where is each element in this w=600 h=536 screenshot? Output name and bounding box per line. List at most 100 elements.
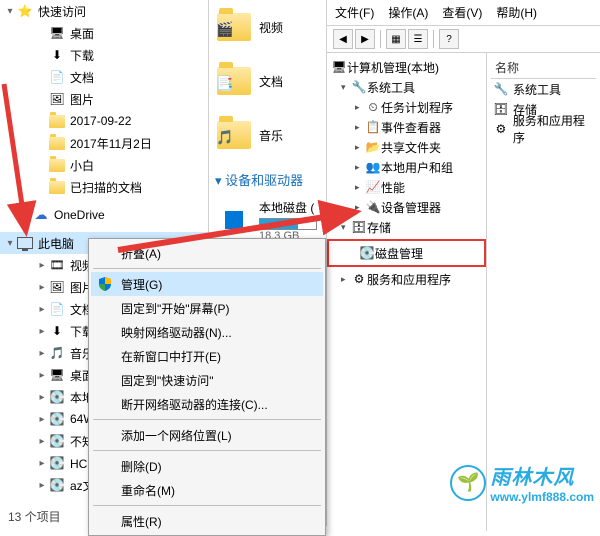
- tree-item[interactable]: 🖥桌面: [0, 22, 208, 44]
- storage-icon: 🗄: [493, 101, 509, 117]
- desktop-icon: 🖥: [48, 366, 66, 384]
- folder-item[interactable]: 🎬视频: [209, 0, 326, 54]
- computer-mgmt-icon: 🖥: [331, 60, 347, 74]
- devices-section-title: ▾ 设备和驱动器: [209, 162, 326, 193]
- watermark-logo-icon: 🌱: [450, 465, 486, 501]
- menu-action[interactable]: 操作(A): [388, 4, 428, 21]
- disk-icon: 💽: [48, 410, 66, 428]
- watermark-url: www.ylmf888.com: [490, 490, 594, 504]
- list-item[interactable]: ⚙服务和应用程序: [491, 119, 596, 139]
- context-menu-item[interactable]: 添加一个网络位置(L): [91, 423, 323, 447]
- mgmt-list: 名称 🔧系统工具 🗄存储 ⚙服务和应用程序: [487, 53, 600, 531]
- tree-item[interactable]: 📄文档: [0, 66, 208, 88]
- download-icon: ⬇: [48, 322, 66, 340]
- doc-icon: 📄: [48, 68, 66, 86]
- mgmt-tree-item[interactable]: ▸👥本地用户和组: [327, 157, 486, 177]
- quick-access-label: 快速访问: [38, 3, 86, 20]
- onedrive-label: OneDrive: [54, 208, 105, 222]
- folder-icon: 🎵: [215, 116, 253, 154]
- tree-node-icon: 🔌: [365, 200, 381, 214]
- disk-icon: 💽: [48, 432, 66, 450]
- folder-icon: [48, 156, 66, 174]
- cloud-icon: ☁: [32, 206, 50, 224]
- services-row[interactable]: ▸ ⚙ 服务和应用程序: [327, 269, 486, 289]
- disk-icon: 💽: [48, 476, 66, 494]
- video-icon: 🎞: [48, 256, 66, 274]
- list-item[interactable]: 🔧系统工具: [491, 79, 596, 99]
- mgmt-tree-item[interactable]: ▸🔌设备管理器: [327, 197, 486, 217]
- back-button[interactable]: ◀: [333, 29, 353, 49]
- tree-item[interactable]: 小白: [0, 154, 208, 176]
- context-menu-item[interactable]: 属性(R): [91, 509, 323, 533]
- storage-row[interactable]: ▾ 🗄 存储: [327, 217, 486, 237]
- menubar: 文件(F) 操作(A) 查看(V) 帮助(H): [327, 0, 600, 26]
- context-menu-item[interactable]: 重命名(M): [91, 478, 323, 502]
- folder-item[interactable]: 📑文档: [209, 54, 326, 108]
- forward-button[interactable]: ▶: [355, 29, 375, 49]
- tree-item[interactable]: 2017年11月2日: [0, 132, 208, 154]
- pic-icon: 🖼: [48, 278, 66, 296]
- disk-icon: 💽: [48, 388, 66, 406]
- tree-node-icon: 📂: [365, 140, 381, 154]
- sys-tools-row[interactable]: ▾ 🔧 系统工具: [327, 77, 486, 97]
- cm-collapse[interactable]: 折叠(A): [91, 241, 323, 265]
- music-icon: 🎵: [48, 344, 66, 362]
- help-button[interactable]: ?: [439, 29, 459, 49]
- mgmt-tree: 🖥 计算机管理(本地) ▾ 🔧 系统工具 ▸⏲任务计划程序▸📋事件查看器▸📂共享…: [327, 53, 487, 531]
- disk-mgmt-highlight: 💽 磁盘管理: [327, 239, 486, 267]
- windows-disk-icon: [215, 201, 253, 239]
- context-menu-item[interactable]: 在新窗口中打开(E): [91, 344, 323, 368]
- folder-icon: [48, 134, 66, 152]
- menu-view[interactable]: 查看(V): [442, 4, 482, 21]
- storage-icon: 🗄: [351, 220, 367, 234]
- status-text: 13 个项目: [8, 510, 61, 524]
- tree-item[interactable]: 2017-09-22: [0, 110, 208, 132]
- tree-node-icon: 📋: [365, 120, 381, 134]
- context-menu-item[interactable]: 删除(D): [91, 454, 323, 478]
- star-icon: ⭐: [16, 2, 34, 20]
- mgmt-tree-item[interactable]: ▸📈性能: [327, 177, 486, 197]
- mgmt-tree-item[interactable]: ▸📂共享文件夹: [327, 137, 486, 157]
- menu-help[interactable]: 帮助(H): [496, 4, 537, 21]
- folder-item[interactable]: 🎵音乐: [209, 108, 326, 162]
- tree-item[interactable]: 已扫描的文档: [0, 176, 208, 198]
- onedrive-row[interactable]: ▸ ☁ OneDrive: [0, 204, 208, 226]
- shield-icon: [97, 276, 113, 292]
- tree-node-icon: 👥: [365, 160, 381, 174]
- mgmt-tree-item[interactable]: ▸⏲任务计划程序: [327, 97, 486, 117]
- toolbar: ◀ ▶ ▦ ☰ ?: [327, 26, 600, 53]
- mgmt-tree-item[interactable]: ▸📋事件查看器: [327, 117, 486, 137]
- tree-item[interactable]: ⬇下载: [0, 44, 208, 66]
- services-icon: ⚙: [351, 272, 367, 286]
- tree-node-icon: 📈: [365, 180, 381, 194]
- context-menu-item[interactable]: 映射网络驱动器(N)...: [91, 320, 323, 344]
- disk-mgmt-icon: 💽: [359, 246, 375, 260]
- context-menu-item[interactable]: 管理(G): [91, 272, 323, 296]
- services-icon: ⚙: [493, 121, 509, 137]
- folder-icon: [48, 178, 66, 196]
- context-menu-item[interactable]: 固定到"开始"屏幕(P): [91, 296, 323, 320]
- disk-mgmt-row[interactable]: 💽 磁盘管理: [331, 243, 482, 263]
- folder-icon: [48, 112, 66, 130]
- watermark-brand: 雨林木风: [490, 461, 594, 490]
- disk-icon: 💽: [48, 454, 66, 472]
- quick-access-row[interactable]: ▾ ⭐ 快速访问: [0, 0, 208, 22]
- this-pc-label: 此电脑: [38, 235, 74, 252]
- list-header-name[interactable]: 名称: [491, 57, 596, 79]
- mgmt-root[interactable]: 🖥 计算机管理(本地): [327, 57, 486, 77]
- context-menu-item[interactable]: 断开网络驱动器的连接(C)...: [91, 392, 323, 416]
- toolbar-btn-2[interactable]: ☰: [408, 29, 428, 49]
- desktop-icon: 🖥: [48, 24, 66, 42]
- menu-file[interactable]: 文件(F): [335, 4, 374, 21]
- status-bar: 13 个项目: [0, 506, 69, 526]
- folder-icon: 📑: [215, 62, 253, 100]
- tools-icon: 🔧: [351, 80, 367, 94]
- download-icon: ⬇: [48, 46, 66, 64]
- toolbar-btn-1[interactable]: ▦: [386, 29, 406, 49]
- mgmt-console: 文件(F) 操作(A) 查看(V) 帮助(H) ◀ ▶ ▦ ☰ ? 🖥 计算机管…: [326, 0, 600, 526]
- tree-item[interactable]: 🖼图片: [0, 88, 208, 110]
- doc-icon: 📄: [48, 300, 66, 318]
- tools-icon: 🔧: [493, 81, 509, 97]
- watermark: 🌱 雨林木风 www.ylmf888.com: [450, 461, 594, 504]
- context-menu-item[interactable]: 固定到"快速访问": [91, 368, 323, 392]
